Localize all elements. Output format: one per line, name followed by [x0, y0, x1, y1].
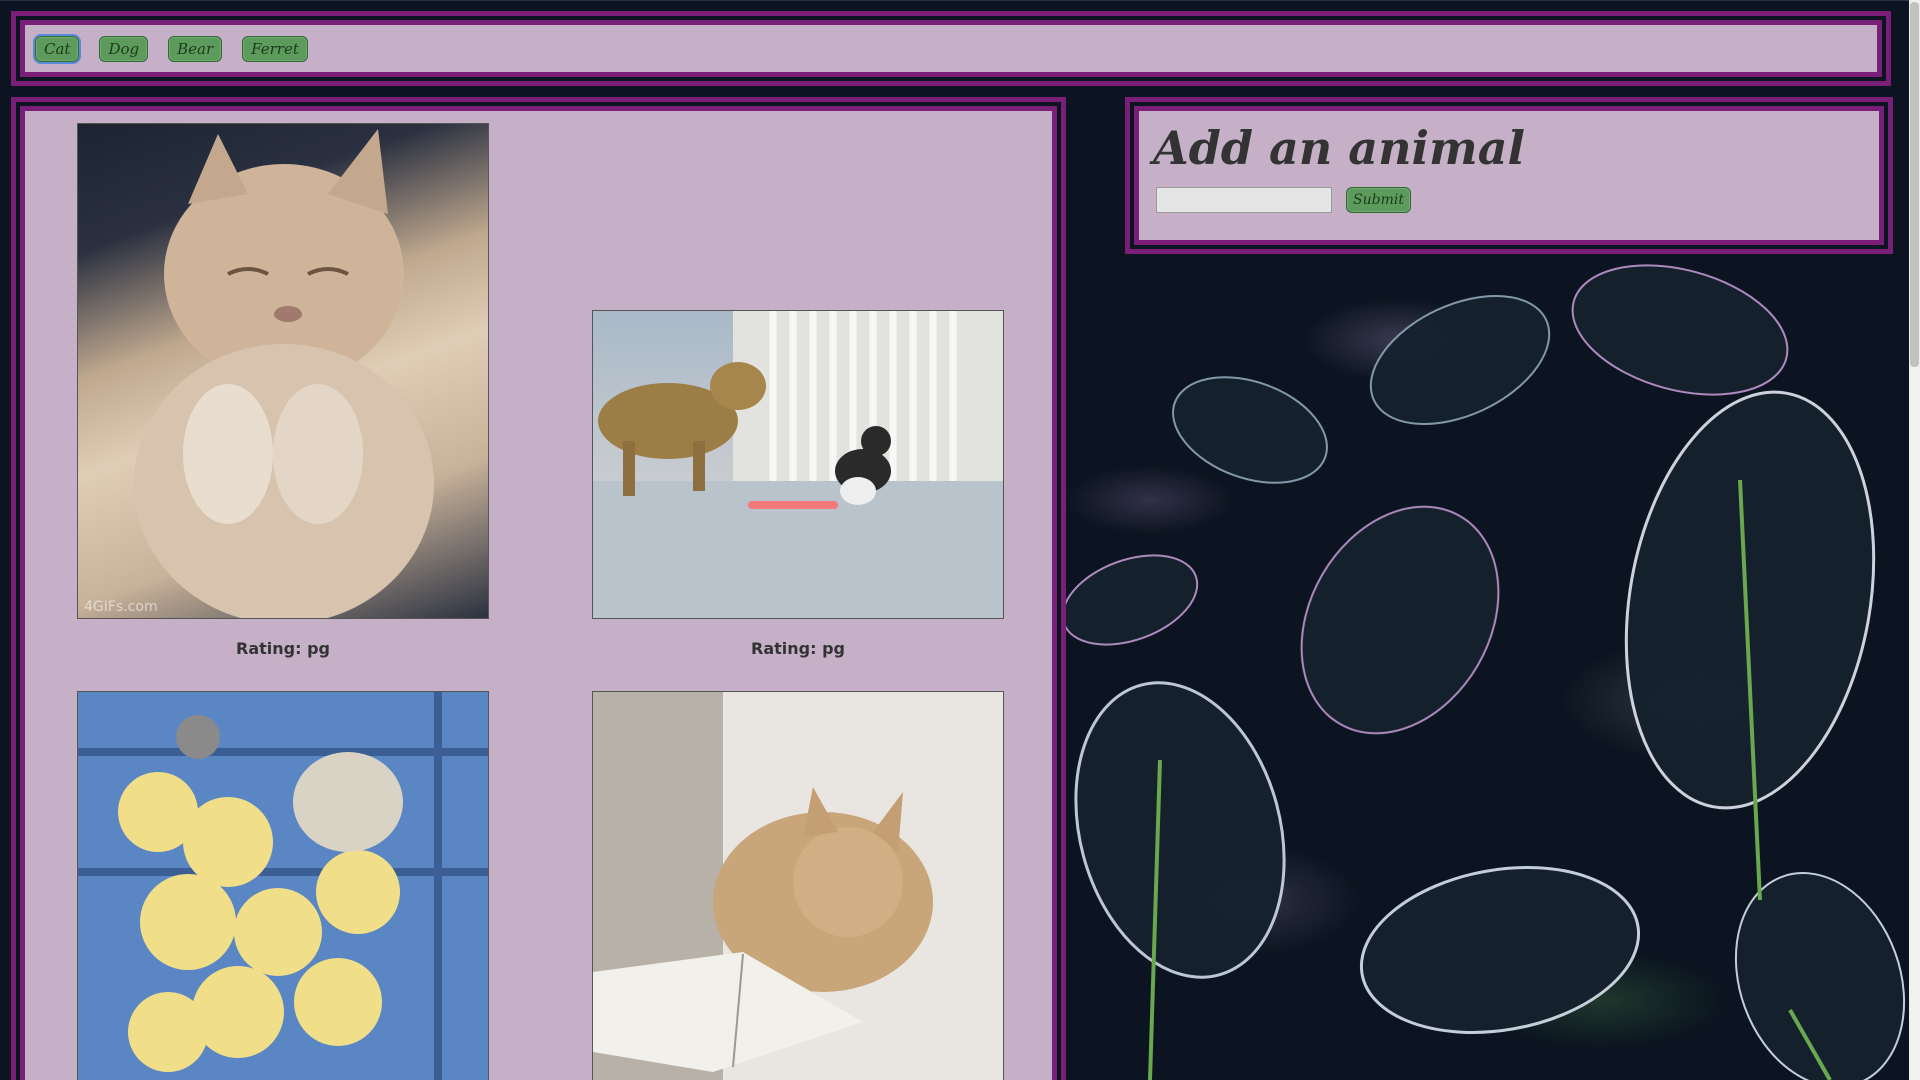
scrollbar-thumb[interactable]: [1910, 2, 1919, 367]
gif-card: [77, 691, 489, 1080]
gif-card: Rating: pg: [592, 310, 1004, 658]
bear-button[interactable]: Bear: [168, 35, 223, 62]
ferret-button[interactable]: Ferret: [242, 35, 308, 62]
add-animal-form: Submit: [1156, 187, 1865, 213]
rating-label: Rating: pg: [751, 639, 845, 658]
animal-input[interactable]: [1156, 187, 1332, 213]
watermark-text: 4GIFs.com: [84, 599, 158, 615]
cat-gif-image[interactable]: 4GIFs.com: [77, 123, 489, 619]
rating-label: Rating: pg: [236, 639, 330, 658]
add-animal-panel: Add an animal Submit: [1125, 97, 1893, 254]
gif-gallery-panel: 4GIFs.com Rating: pg Rating: pg: [11, 97, 1066, 1080]
submit-button[interactable]: Submit: [1346, 187, 1411, 213]
animal-button-bar: Cat Dog Bear Ferret: [11, 11, 1891, 86]
gif-card: [592, 691, 1004, 1080]
page-scrollbar[interactable]: [1909, 0, 1920, 1080]
dog-button[interactable]: Dog: [99, 35, 149, 62]
gif-card: 4GIFs.com Rating: pg: [77, 123, 489, 658]
cat-with-book-gif-image[interactable]: [592, 691, 1004, 1080]
cat-button[interactable]: Cat: [32, 33, 82, 64]
dog-and-cat-gif-image[interactable]: [592, 310, 1004, 619]
form-title: Add an animal: [1153, 121, 1525, 175]
cat-with-chicks-gif-image[interactable]: [77, 691, 489, 1080]
